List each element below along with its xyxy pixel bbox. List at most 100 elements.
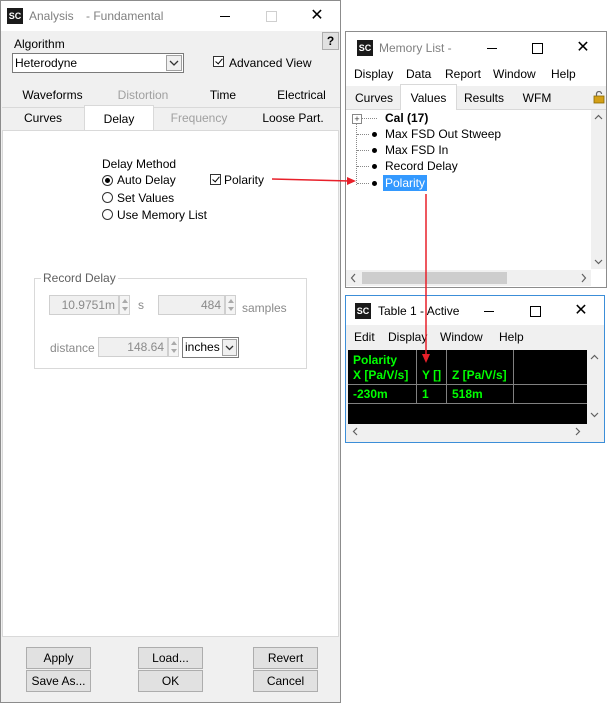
ok-button[interactable]: OK — [138, 670, 203, 692]
advanced-view-label[interactable]: Advanced View — [229, 56, 312, 70]
lock-icon[interactable] — [593, 91, 605, 104]
tree-branch — [357, 150, 369, 151]
vertical-scrollbar[interactable] — [591, 110, 606, 269]
minimize-button[interactable] — [479, 301, 499, 321]
scroll-left-icon[interactable] — [348, 424, 362, 439]
cancel-button[interactable]: Cancel — [253, 670, 318, 692]
delay-time-spinner[interactable] — [119, 295, 130, 315]
table-horizontal-scrollbar[interactable] — [348, 424, 587, 439]
set-values-radio[interactable] — [102, 192, 113, 203]
tab-electrical[interactable]: Electrical — [263, 88, 340, 102]
scroll-up-icon[interactable] — [591, 110, 606, 124]
tree-item[interactable]: Record Delay — [385, 159, 458, 173]
horizontal-scroll-thumb[interactable] — [362, 272, 507, 284]
samples-field[interactable]: 484 — [158, 295, 225, 315]
window-title: Memory List - — [379, 41, 452, 55]
use-memory-list-radio[interactable] — [102, 209, 113, 220]
table-vertical-scrollbar[interactable] — [587, 350, 602, 424]
tab-frequency[interactable]: Frequency — [152, 111, 246, 125]
tab-time[interactable]: Time — [183, 88, 263, 102]
polarity-checkbox[interactable] — [210, 174, 221, 185]
menu-help[interactable]: Help — [551, 67, 576, 81]
cell-y[interactable]: 1 — [417, 385, 447, 403]
tab-delay-active[interactable]: Delay — [84, 105, 154, 132]
tree-root[interactable]: Cal (17) — [385, 111, 428, 125]
samples-spinner[interactable] — [225, 295, 236, 315]
auto-delay-radio[interactable] — [102, 175, 113, 186]
scroll-left-icon[interactable] — [346, 270, 360, 286]
minimize-button[interactable] — [482, 38, 502, 58]
load-button[interactable]: Load... — [138, 647, 203, 669]
minimize-button[interactable] — [215, 6, 235, 26]
tab-values-active[interactable]: Values — [400, 84, 457, 110]
grid-col-z-header[interactable]: Z [Pa/V/s] — [447, 350, 514, 384]
advanced-view-checkbox[interactable] — [213, 56, 224, 67]
grid-col-x-header[interactable]: Polarity X [Pa/V/s] — [348, 350, 417, 384]
distance-unit-dropdown-button[interactable] — [222, 339, 237, 356]
tree-branch — [357, 166, 369, 167]
help-button[interactable]: ? — [322, 32, 339, 50]
app-logo-icon: SC — [7, 8, 23, 24]
menu-window[interactable]: Window — [440, 330, 483, 344]
horizontal-scrollbar[interactable] — [346, 270, 591, 286]
menu-data[interactable]: Data — [406, 67, 431, 81]
cell-z[interactable]: 518m — [447, 385, 514, 403]
distance-field[interactable]: 148.64 — [98, 337, 168, 357]
app-logo-icon: SC — [355, 303, 371, 319]
dropdown-button[interactable] — [166, 55, 182, 71]
tab-loose-part[interactable]: Loose Part. — [246, 111, 340, 125]
spin-up-icon — [122, 299, 128, 303]
scroll-down-icon[interactable] — [587, 408, 602, 422]
close-button[interactable]: ✕ — [573, 38, 593, 58]
scroll-right-icon[interactable] — [577, 270, 591, 286]
tree-item-selected[interactable]: Polarity — [383, 175, 428, 191]
polarity-label[interactable]: Polarity — [224, 173, 264, 187]
use-memory-list-label[interactable]: Use Memory List — [117, 208, 207, 222]
table-title-bar[interactable]: SC Table 1 - Active ✕ — [346, 296, 604, 325]
revert-button[interactable]: Revert — [253, 647, 318, 669]
set-values-label[interactable]: Set Values — [117, 191, 174, 205]
distance-spinner[interactable] — [168, 337, 179, 357]
tree-item[interactable]: Max FSD In — [385, 143, 448, 157]
table-window: SC Table 1 - Active ✕ Edit Display Windo… — [345, 295, 605, 443]
tab-distortion[interactable]: Distortion — [103, 88, 183, 102]
analysis-title-bar[interactable]: SC Analysis - Fundamental ✕ — [1, 1, 340, 31]
tree-item[interactable]: Max FSD Out Stweep — [385, 127, 501, 141]
cell-x[interactable]: -230m — [348, 385, 417, 403]
menu-edit[interactable]: Edit — [354, 330, 375, 344]
bullet-icon — [372, 164, 377, 169]
auto-delay-label[interactable]: Auto Delay — [117, 173, 176, 187]
tab-wfm[interactable]: WFM — [512, 91, 562, 105]
grid-col-y-header[interactable]: Y [] — [417, 350, 447, 384]
algorithm-select[interactable]: Heterodyne — [12, 53, 184, 73]
tab-curves[interactable]: Curves — [2, 111, 84, 125]
close-button[interactable]: ✕ — [571, 301, 591, 321]
save-as-button[interactable]: Save As... — [26, 670, 91, 692]
scroll-down-icon[interactable] — [591, 255, 606, 269]
close-button[interactable]: ✕ — [307, 6, 327, 26]
tab-curves[interactable]: Curves — [349, 91, 399, 105]
expand-icon[interactable]: + — [352, 114, 362, 124]
distance-label: distance — [50, 341, 95, 355]
tree-branch — [357, 134, 369, 135]
window-subtitle: - Fundamental — [86, 9, 164, 23]
tab-results[interactable]: Results — [456, 91, 512, 105]
scroll-right-icon[interactable] — [571, 424, 585, 439]
maximize-button[interactable] — [525, 301, 545, 321]
distance-unit-select[interactable]: inches — [182, 337, 239, 358]
tab-waveforms[interactable]: Waveforms — [2, 88, 103, 102]
menu-report[interactable]: Report — [445, 67, 481, 81]
menu-help[interactable]: Help — [499, 330, 524, 344]
app-logo-icon: SC — [357, 40, 373, 56]
apply-button[interactable]: Apply — [26, 647, 91, 669]
delay-time-field[interactable]: 10.9751m — [49, 295, 119, 315]
menu-display[interactable]: Display — [388, 330, 427, 344]
scroll-up-icon[interactable] — [587, 350, 602, 364]
menu-window[interactable]: Window — [493, 67, 536, 81]
memory-title-bar[interactable]: SC Memory List - ✕ — [346, 32, 606, 62]
delay-unit-label: s — [138, 298, 144, 312]
grid-header-row: Polarity X [Pa/V/s] Y [] Z [Pa/V/s] — [348, 350, 587, 385]
maximize-button[interactable] — [527, 38, 547, 58]
menu-display[interactable]: Display — [354, 67, 393, 81]
column-y-label: Y [] — [422, 368, 442, 382]
